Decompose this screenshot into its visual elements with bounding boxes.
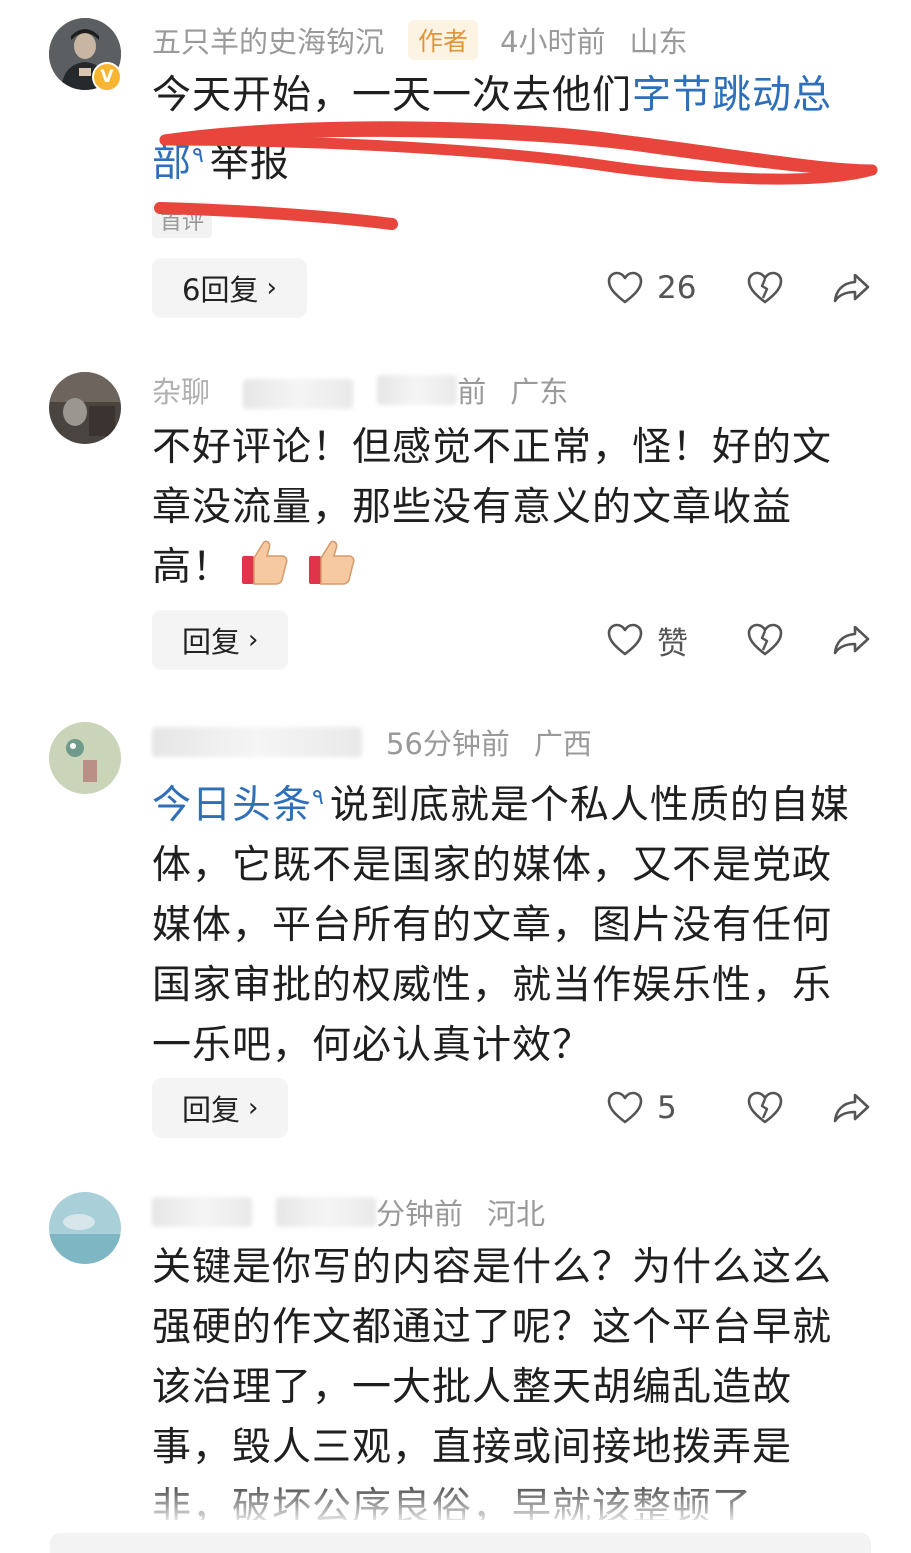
chevron-right-icon: ›	[266, 273, 277, 303]
avatar-image	[49, 722, 121, 794]
comment-location: 广西	[533, 727, 592, 761]
comment-meta: 分钟前 河北	[152, 1192, 569, 1232]
comment-item: 56分钟前 广西 今日头条٩ 说到底就是个私人性质的自媒体，它既不是国家的媒体，又…	[0, 710, 911, 1170]
comment-item: V 五只羊的史海钩沉 作者 4小时前 山东 今天开始，一天一次去他们字节跳动总部…	[0, 0, 911, 340]
reply-button[interactable]: 回复 ›	[152, 610, 289, 670]
like-button[interactable]: 5	[607, 1090, 697, 1126]
comment-text-part: 今天开始，一天一次去他们	[152, 73, 633, 118]
thumbs-up-emoji-icon	[309, 540, 355, 585]
avatar-image	[49, 1192, 121, 1264]
comment-meta: 杂聊 前 广东	[152, 370, 592, 410]
share-button[interactable]	[833, 272, 871, 304]
comment-location: 广东	[510, 375, 569, 409]
author-badge: 作者	[408, 20, 479, 60]
dislike-button[interactable]	[747, 623, 783, 657]
like-count: 赞	[657, 625, 688, 662]
comment-actions: 26	[607, 258, 871, 318]
like-button[interactable]: 赞	[607, 618, 697, 663]
comment-actions: 赞	[607, 610, 871, 670]
heart-outline-icon	[607, 623, 643, 656]
comment-time: 分钟前	[376, 1197, 464, 1231]
reply-label: 回复	[182, 1093, 241, 1127]
dislike-button[interactable]	[747, 271, 783, 305]
avatar[interactable]	[49, 372, 121, 444]
comment-text-part: 举报	[209, 141, 290, 186]
search-mark-icon[interactable]: ٩	[312, 785, 324, 810]
share-arrow-icon	[833, 1093, 870, 1123]
comment-time: 前	[457, 375, 487, 409]
avatar-image	[49, 372, 121, 444]
comment-meta: 五只羊的史海钩沉 作者 4小时前 山东	[152, 20, 712, 60]
share-arrow-icon	[833, 625, 870, 655]
dislike-button[interactable]	[747, 1091, 783, 1125]
reply-button[interactable]: 回复 ›	[152, 1078, 289, 1138]
username-redacted[interactable]	[152, 727, 362, 757]
username[interactable]: 五只羊的史海钩沉	[152, 19, 384, 61]
reply-label: 6回复	[182, 273, 259, 307]
username-redacted[interactable]	[152, 1197, 252, 1227]
comment-item: 分钟前 河北 关键是你写的内容是什么？为什么这么强硬的作文都通过了呢？这个平台早…	[0, 1180, 911, 1520]
first-comment-tag: 首评	[152, 202, 213, 238]
username-redacted	[243, 379, 354, 409]
reply-button[interactable]: 6回复 ›	[152, 258, 307, 318]
like-count: 26	[657, 270, 697, 306]
comment-time: 4小时前	[500, 25, 606, 59]
chevron-right-icon: ›	[248, 1093, 259, 1123]
comment-location: 山东	[629, 25, 688, 59]
broken-heart-icon	[747, 623, 783, 656]
username-partial: 杂聊	[152, 375, 211, 409]
verified-v-icon: V	[92, 62, 122, 92]
share-button[interactable]	[833, 624, 871, 656]
scroll-fade	[0, 1475, 911, 1533]
search-mark-icon[interactable]: ٩	[192, 143, 204, 168]
avatar[interactable]	[49, 722, 121, 794]
bottom-input-bar[interactable]	[50, 1533, 871, 1553]
avatar[interactable]	[49, 1192, 121, 1264]
broken-heart-icon	[747, 271, 783, 304]
like-count: 5	[657, 1090, 677, 1126]
comment-text: 今天开始，一天一次去他们字节跳动总部٩ 举报	[152, 66, 852, 194]
comment-meta: 56分钟前 广西	[152, 722, 616, 762]
time-redacted	[276, 1197, 376, 1227]
comment-location: 河北	[487, 1197, 546, 1231]
chevron-right-icon: ›	[248, 625, 259, 655]
heart-outline-icon	[607, 1091, 643, 1124]
reply-label: 回复	[182, 625, 241, 659]
share-button[interactable]	[833, 1092, 871, 1124]
username[interactable]: 杂聊	[152, 369, 377, 411]
search-link[interactable]: 今日头条	[152, 783, 312, 828]
comment-actions: 5	[607, 1078, 871, 1138]
broken-heart-icon	[747, 1091, 783, 1124]
heart-outline-icon	[607, 271, 643, 304]
comment-text: 今日头条٩ 说到底就是个私人性质的自媒体，它既不是国家的媒体，又不是党政媒体，平台…	[152, 768, 852, 1076]
comment-item: 杂聊 前 广东 不好评论！但感觉不正常，怪！好的文章没流量，那些没有意义的文章收…	[0, 360, 911, 700]
thumbs-up-emoji-icon	[242, 540, 288, 585]
time-redacted	[377, 375, 458, 405]
like-button[interactable]: 26	[607, 270, 697, 306]
emoji-group	[228, 536, 357, 588]
share-arrow-icon	[833, 273, 870, 303]
comment-time: 56分钟前	[386, 727, 510, 761]
